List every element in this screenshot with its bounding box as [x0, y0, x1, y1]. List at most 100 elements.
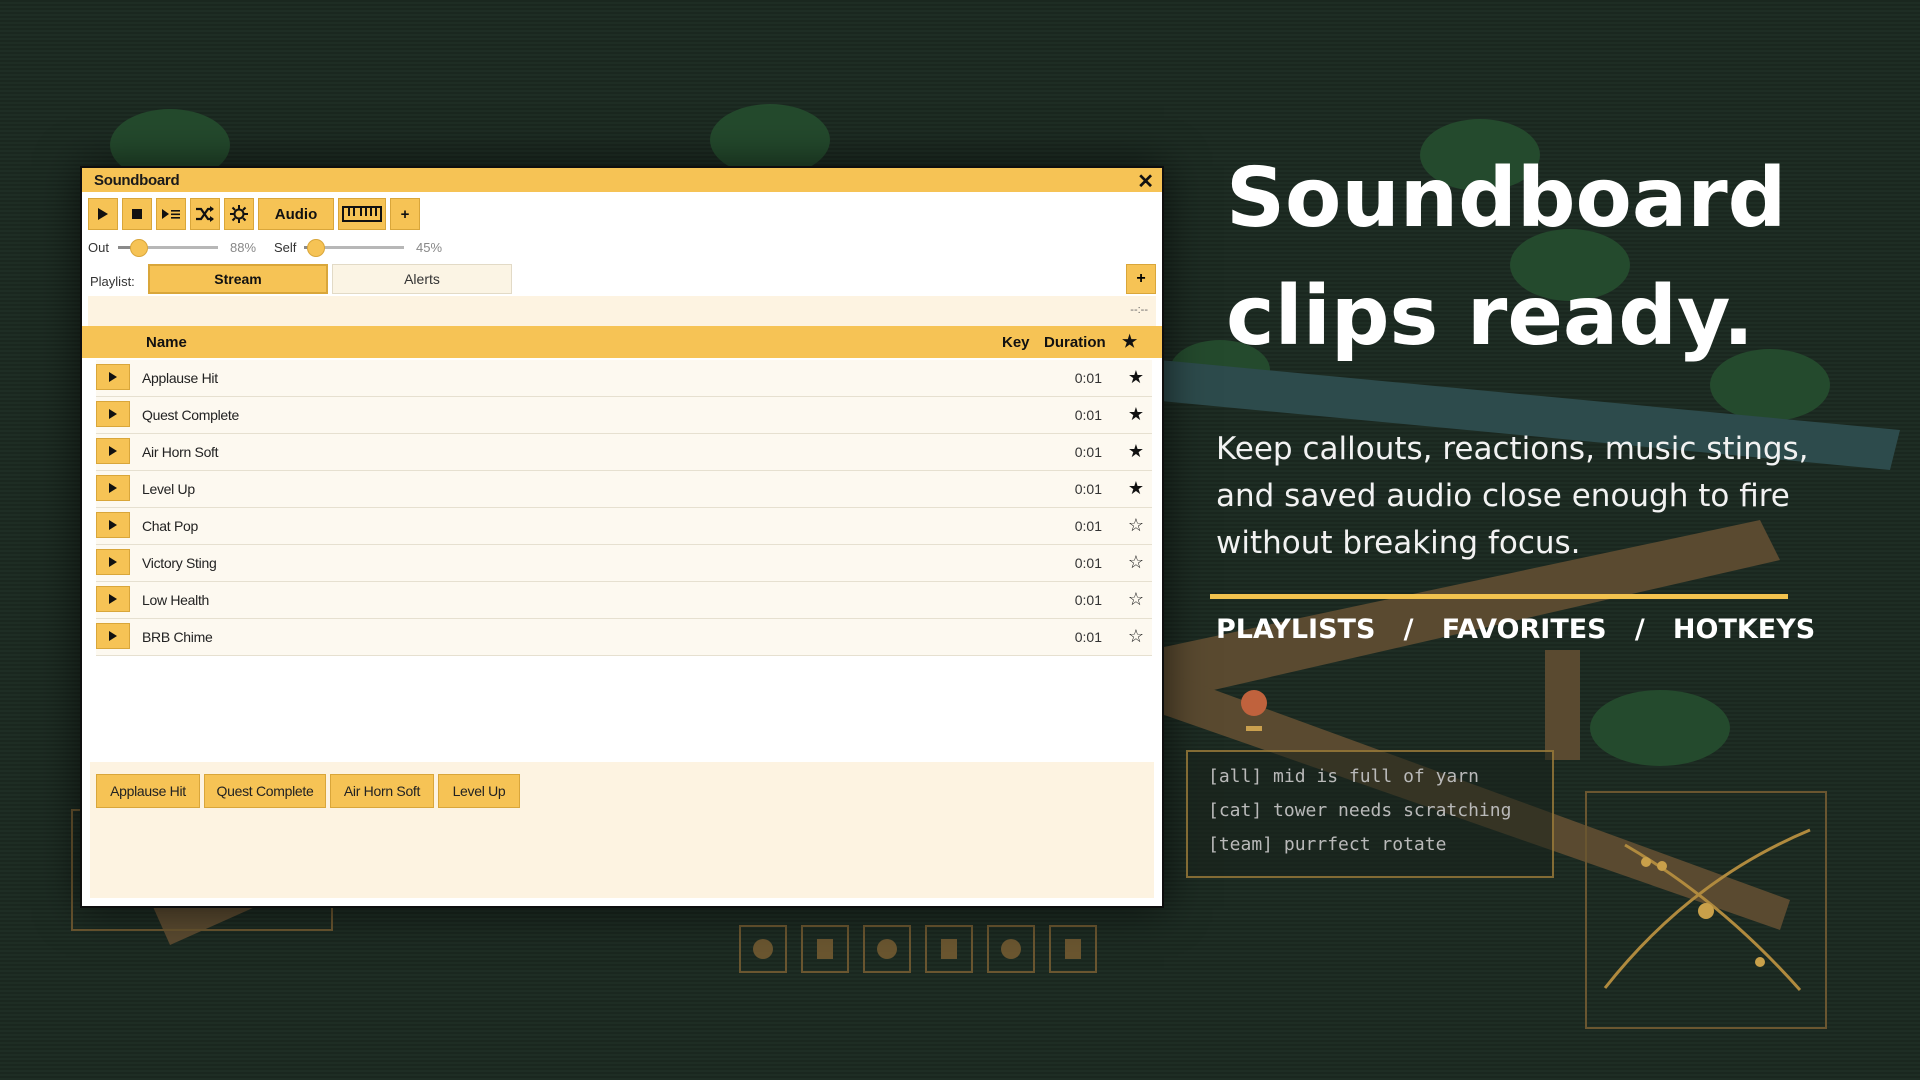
quick-button-applause-hit[interactable]: Applause Hit [96, 774, 200, 808]
play-icon [109, 520, 117, 530]
playback-time: --:-- [1130, 304, 1148, 316]
audio-button[interactable]: Audio [258, 198, 334, 230]
settings-button[interactable] [224, 198, 254, 230]
clip-duration: 0:01 [1074, 555, 1102, 571]
clip-name: Air Horn Soft [142, 444, 219, 460]
column-duration[interactable]: Duration [1044, 334, 1106, 351]
playback-status: --:-- [88, 296, 1156, 326]
play-clip-button[interactable] [96, 364, 130, 390]
game-chat-box: [all] mid is full of yarn [cat] tower ne… [1186, 750, 1554, 878]
self-volume-thumb[interactable] [307, 239, 326, 257]
list-header: Name Key Duration ★ [82, 326, 1162, 358]
clip-name: BRB Chime [142, 629, 213, 645]
favorite-star-icon[interactable]: ★ [1128, 478, 1144, 499]
close-icon[interactable]: ✕ [1137, 169, 1154, 194]
play-icon [109, 409, 117, 419]
favorite-star-icon[interactable]: ☆ [1128, 515, 1144, 536]
tag-separator: / [1403, 614, 1414, 645]
clip-row[interactable]: Victory Sting 0:01 ☆ [96, 545, 1152, 582]
play-clip-button[interactable] [96, 512, 130, 538]
play-clip-button[interactable] [96, 586, 130, 612]
favorite-star-icon[interactable]: ★ [1128, 441, 1144, 462]
playlist-bar: Playlist: Stream Alerts + [88, 264, 1156, 294]
stop-button[interactable] [122, 198, 152, 230]
clip-duration: 0:01 [1074, 592, 1102, 608]
clip-row[interactable]: Quest Complete 0:01 ★ [96, 397, 1152, 434]
self-volume-label: Self [274, 240, 297, 255]
favorite-star-icon[interactable]: ☆ [1128, 552, 1144, 573]
play-clip-button[interactable] [96, 475, 130, 501]
play-clip-button[interactable] [96, 549, 130, 575]
tag-playlists: PLAYLISTS [1216, 614, 1376, 645]
keyboard-icon [342, 206, 382, 222]
clip-row[interactable]: BRB Chime 0:01 ☆ [96, 619, 1152, 656]
favorite-star-icon[interactable]: ☆ [1128, 589, 1144, 610]
clip-name: Chat Pop [142, 518, 198, 534]
column-name[interactable]: Name [146, 334, 187, 351]
title-bar[interactable]: Soundboard ✕ [82, 168, 1162, 194]
clip-name: Low Health [142, 592, 210, 608]
clip-row[interactable]: Air Horn Soft 0:01 ★ [96, 434, 1152, 471]
tag-hotkeys: HOTKEYS [1672, 614, 1816, 645]
out-volume-slider[interactable] [118, 239, 218, 257]
clip-row[interactable]: Level Up 0:01 ★ [96, 471, 1152, 508]
volume-controls: Out 88% Self 45% [88, 234, 688, 260]
play-next-button[interactable] [156, 198, 186, 230]
quick-button-quest-complete[interactable]: Quest Complete [204, 774, 326, 808]
clip-duration: 0:01 [1074, 481, 1102, 497]
tag-favorites: FAVORITES [1441, 614, 1607, 645]
play-clip-button[interactable] [96, 438, 130, 464]
quick-button-air-horn-soft[interactable]: Air Horn Soft [330, 774, 434, 808]
clip-duration: 0:01 [1074, 370, 1102, 386]
out-volume-value: 88% [230, 240, 257, 255]
clip-list: Applause Hit 0:01 ★ Quest Complete 0:01 … [96, 360, 1152, 656]
play-icon [109, 594, 117, 604]
clip-row[interactable]: Chat Pop 0:01 ☆ [96, 508, 1152, 545]
out-volume-label: Out [88, 240, 109, 255]
column-favorite[interactable]: ★ [1122, 332, 1137, 352]
play-icon [109, 483, 117, 493]
play-button[interactable] [88, 198, 118, 230]
clip-row[interactable]: Applause Hit 0:01 ★ [96, 360, 1152, 397]
headline-line-2: clips ready. [1226, 269, 1755, 364]
play-clip-button[interactable] [96, 623, 130, 649]
hero-subtext: Keep callouts, reactions, music stings, … [1216, 431, 1809, 561]
keyboard-button[interactable] [338, 198, 386, 230]
clip-duration: 0:01 [1074, 444, 1102, 460]
soundboard-window: Soundboard ✕ Audio + Out 88% Self 45% Pl… [80, 166, 1164, 908]
window-title: Soundboard [94, 172, 180, 189]
out-volume-thumb[interactable] [130, 239, 148, 257]
chat-line: [cat] tower needs scratching [1208, 800, 1512, 821]
quick-button-level-up[interactable]: Level Up [438, 774, 520, 808]
hero-headline: Soundboard clips ready. [1226, 140, 1866, 376]
add-button[interactable]: + [390, 198, 420, 230]
clip-name: Applause Hit [142, 370, 218, 386]
clip-duration: 0:01 [1074, 407, 1102, 423]
clip-duration: 0:01 [1074, 518, 1102, 534]
play-next-icon [162, 209, 180, 219]
shuffle-button[interactable] [190, 198, 220, 230]
chat-line: [team] purrfect rotate [1208, 834, 1447, 855]
favorite-star-icon[interactable]: ★ [1128, 367, 1144, 388]
tab-stream[interactable]: Stream [148, 264, 328, 294]
gear-icon [230, 205, 248, 223]
favorite-star-icon[interactable]: ☆ [1128, 626, 1144, 647]
tab-alerts[interactable]: Alerts [332, 264, 512, 294]
play-icon [109, 372, 117, 382]
self-volume-slider[interactable] [304, 239, 404, 257]
play-clip-button[interactable] [96, 401, 130, 427]
column-key[interactable]: Key [1002, 334, 1030, 351]
quick-buttons-panel: Applause Hit Quest Complete Air Horn Sof… [90, 762, 1154, 898]
clip-row[interactable]: Low Health 0:01 ☆ [96, 582, 1152, 619]
play-icon [109, 631, 117, 641]
stop-icon [132, 209, 142, 219]
shuffle-icon [196, 206, 214, 222]
add-playlist-button[interactable]: + [1126, 264, 1156, 294]
play-icon [109, 557, 117, 567]
chat-line: [all] mid is full of yarn [1208, 766, 1479, 787]
clip-name: Quest Complete [142, 407, 239, 423]
clip-name: Victory Sting [142, 555, 217, 571]
feature-tags: PLAYLISTS / FAVORITES / HOTKEYS [1216, 614, 1815, 645]
self-volume-value: 45% [416, 240, 443, 255]
favorite-star-icon[interactable]: ★ [1128, 404, 1144, 425]
